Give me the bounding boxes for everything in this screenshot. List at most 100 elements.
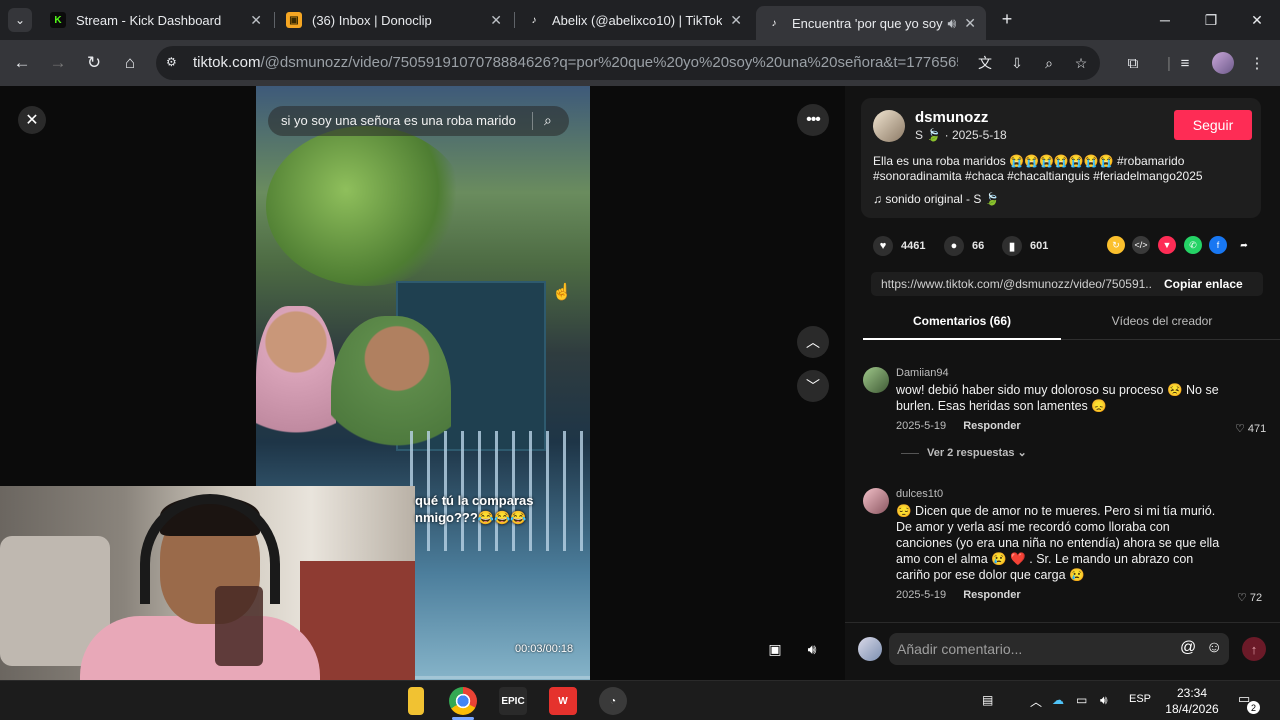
minimize-button[interactable]: ─ bbox=[1142, 0, 1188, 40]
post-link-text[interactable]: https://www.tiktok.com/@dsmunozz/video/7… bbox=[881, 277, 1153, 291]
post-actions: ♥ 4461 ● 66 ▮ 601 ↻ </> ▼ ✆ f ➦ bbox=[873, 234, 1263, 258]
comment-date: 2025-5-19 bbox=[896, 589, 947, 601]
close-tab-icon[interactable]: ✕ bbox=[730, 12, 742, 29]
home-button[interactable]: ⌂ bbox=[119, 52, 141, 74]
commenter-username[interactable]: Damiian94 bbox=[896, 367, 949, 379]
volume-icon[interactable]: 🔊︎ bbox=[799, 636, 825, 662]
translate-icon[interactable]: 文 bbox=[976, 54, 994, 72]
commenter-avatar[interactable] bbox=[863, 488, 889, 514]
close-tab-icon[interactable]: ✕ bbox=[250, 12, 262, 29]
install-app-icon[interactable]: ⇩ bbox=[1008, 54, 1026, 72]
commenter-username[interactable]: dulces1t0 bbox=[896, 488, 943, 500]
comment-text: wow! debió haber sido muy doloroso su pr… bbox=[896, 383, 1219, 413]
commenter-avatar[interactable] bbox=[863, 367, 889, 393]
media-control-icon[interactable]: ≡ bbox=[1174, 52, 1196, 74]
search-icon[interactable]: ⌕ bbox=[544, 112, 552, 129]
volume-tray-icon[interactable]: 🔊︎ bbox=[1100, 693, 1108, 708]
tab-tiktok-abelix[interactable]: ♪ Abelix (@abelixco10) | TikTok ✕ bbox=[516, 4, 752, 36]
add-comment-bar: Añadir comentario... @ ☺ ↑ bbox=[845, 622, 1280, 680]
more-options-button[interactable]: ••• bbox=[797, 104, 829, 136]
reply-button[interactable]: Responder bbox=[963, 589, 1020, 601]
back-button[interactable]: ← bbox=[11, 52, 33, 74]
language-indicator[interactable]: ESP bbox=[1129, 693, 1151, 705]
like-action[interactable]: ♥ 4461 bbox=[873, 234, 925, 258]
tab-search-chevron-icon[interactable]: ⌄ bbox=[8, 8, 32, 32]
share-arrow-icon[interactable]: ➦ bbox=[1235, 236, 1253, 254]
mention-icon[interactable]: @ bbox=[1180, 639, 1196, 657]
webcam-glass bbox=[215, 586, 263, 666]
file-explorer-icon[interactable] bbox=[408, 687, 424, 715]
creator-username[interactable]: dsmunozz bbox=[915, 109, 988, 126]
close-tab-icon[interactable]: ✕ bbox=[964, 15, 976, 32]
forward-button[interactable]: → bbox=[47, 52, 69, 74]
save-action[interactable]: ▮ 601 bbox=[1002, 234, 1048, 258]
video-scene-person bbox=[256, 306, 336, 486]
tab-kick-dashboard[interactable]: K Stream - Kick Dashboard ✕ bbox=[40, 4, 272, 36]
next-video-button[interactable]: ﹀ bbox=[797, 370, 829, 402]
bookmark-star-icon[interactable]: ☆ bbox=[1072, 54, 1090, 72]
whatsapp-icon[interactable]: ✆ bbox=[1184, 236, 1202, 254]
wps-office-icon[interactable]: W bbox=[549, 687, 577, 715]
tab-comments[interactable]: Comentarios (66) bbox=[863, 314, 1061, 328]
chrome-icon[interactable] bbox=[449, 687, 477, 715]
close-tab-icon[interactable]: ✕ bbox=[490, 12, 502, 29]
profile-avatar[interactable] bbox=[1212, 52, 1234, 74]
restore-button[interactable]: ❐ bbox=[1188, 0, 1234, 40]
reload-button[interactable]: ↻ bbox=[83, 52, 105, 74]
zoom-icon[interactable]: ⌕ bbox=[1040, 54, 1058, 72]
donoclip-icon: ▣ bbox=[286, 12, 302, 28]
close-video-button[interactable]: ✕ bbox=[18, 106, 46, 134]
floating-player-icon[interactable]: ▣ bbox=[762, 636, 788, 662]
epic-games-icon[interactable]: EPIC bbox=[499, 687, 527, 715]
comment-meta: 2025-5-19 Responder bbox=[896, 589, 1035, 601]
reply-button[interactable]: Responder bbox=[963, 420, 1020, 432]
video-scene-fence bbox=[396, 431, 590, 551]
new-tab-button[interactable]: + bbox=[996, 8, 1018, 30]
previous-video-button[interactable]: ︿ bbox=[797, 326, 829, 358]
onedrive-icon[interactable]: ☁ bbox=[1052, 693, 1064, 707]
facebook-icon[interactable]: f bbox=[1209, 236, 1227, 254]
embed-icon[interactable]: </> bbox=[1132, 236, 1150, 254]
extensions-icon[interactable]: ⧉ bbox=[1122, 52, 1144, 74]
search-query-text: si yo soy una señora es una roba marido bbox=[281, 113, 516, 128]
tab-title: (36) Inbox | Donoclip bbox=[312, 12, 432, 28]
comment-like-count: 72 bbox=[1249, 592, 1263, 604]
comment-input[interactable]: Añadir comentario... @ ☺ bbox=[889, 633, 1229, 665]
repost-icon[interactable]: ↻ bbox=[1107, 236, 1125, 254]
creator-avatar[interactable] bbox=[873, 110, 905, 142]
view-replies-button[interactable]: Ver 2 respuestas ⌄ bbox=[901, 446, 1027, 459]
copy-link-button[interactable]: Copiar enlace bbox=[1164, 277, 1243, 291]
comment-like[interactable]: ♡ 72 bbox=[1237, 591, 1262, 604]
windows-taskbar: EPIC W ◔ ▤ ︿ ☁ ▭ 🔊︎ ESP 23:34 18/4/2026 … bbox=[0, 680, 1280, 720]
url-text: tiktok.com/@dsmunozz/video/7505919107078… bbox=[193, 54, 958, 71]
address-bar[interactable]: ⚙ tiktok.com/@dsmunozz/video/75059191070… bbox=[156, 46, 1100, 80]
tab-tiktok-search-active[interactable]: ♪ Encuentra 'por que yo soy u 🔊︎ ✕ bbox=[756, 6, 986, 40]
video-search-bar[interactable]: si yo soy una señora es una roba marido … bbox=[268, 106, 569, 136]
system-clock[interactable]: 23:34 18/4/2026 bbox=[1160, 685, 1224, 717]
obs-studio-icon[interactable]: ◔ bbox=[599, 687, 627, 715]
audio-playing-icon[interactable]: 🔊︎ bbox=[947, 15, 956, 32]
send-comment-button[interactable]: ↑ bbox=[1242, 637, 1266, 661]
network-icon[interactable]: ▭ bbox=[1076, 693, 1087, 707]
site-info-icon[interactable]: ⚙ bbox=[166, 55, 182, 71]
tab-donoclip-inbox[interactable]: ▣ (36) Inbox | Donoclip ✕ bbox=[276, 4, 512, 36]
emoji-icon[interactable]: ☺ bbox=[1206, 639, 1222, 657]
bookmark-icon: ▮ bbox=[1002, 236, 1022, 256]
tray-chevron-up-icon[interactable]: ︿ bbox=[1030, 693, 1042, 710]
video-timestamp: 00:03/00:18 bbox=[515, 643, 574, 655]
user-avatar bbox=[858, 637, 882, 661]
comment-like[interactable]: ♡ 471 bbox=[1235, 422, 1266, 435]
tab-divider bbox=[514, 12, 515, 28]
close-window-button[interactable]: ✕ bbox=[1234, 0, 1280, 40]
follow-button[interactable]: Seguir bbox=[1174, 110, 1252, 140]
comment-action[interactable]: ● 66 bbox=[944, 234, 984, 258]
send-to-friends-icon[interactable]: ▼ bbox=[1158, 236, 1176, 254]
tab-title: Abelix (@abelixco10) | TikTok bbox=[552, 12, 723, 28]
comment-icon: ● bbox=[944, 236, 964, 256]
tab-divider bbox=[274, 12, 275, 28]
view-replies-label: Ver 2 respuestas bbox=[927, 447, 1015, 459]
browser-menu-icon[interactable]: ⋮ bbox=[1246, 52, 1268, 74]
music-link[interactable]: ♫ sonido original - S 🍃 bbox=[873, 192, 1000, 206]
task-manager-icon[interactable]: ▤ bbox=[982, 693, 993, 707]
tab-creator-videos[interactable]: Vídeos del creador bbox=[1063, 314, 1261, 328]
